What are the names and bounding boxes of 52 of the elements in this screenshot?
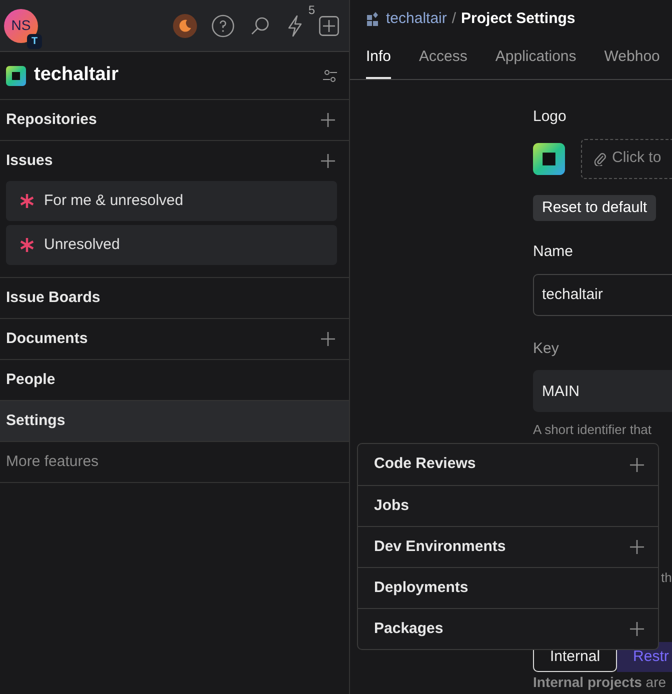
logo-preview — [533, 142, 565, 174]
breadcrumb-separator: / — [452, 8, 456, 29]
add-icon[interactable] — [321, 113, 335, 127]
theme-toggle[interactable] — [173, 14, 197, 38]
add-icon[interactable] — [630, 458, 644, 472]
breadcrumb-link[interactable]: techaltair — [386, 8, 447, 30]
add-icon[interactable] — [630, 622, 644, 636]
menu-item[interactable]: Code Reviews — [358, 444, 658, 485]
add-icon[interactable] — [319, 16, 339, 36]
upload-area[interactable]: Click to — [581, 138, 672, 178]
tab[interactable]: Access — [419, 38, 468, 79]
tab[interactable]: Applications — [495, 38, 576, 79]
moon-icon — [178, 18, 192, 32]
visibility-hint: Internal projects are — [533, 674, 666, 691]
field-label: Key — [533, 338, 559, 358]
notification-count: 5 — [308, 2, 315, 18]
project-name[interactable]: techaltair — [34, 61, 118, 90]
add-icon[interactable] — [630, 540, 644, 554]
search-icon[interactable] — [249, 14, 271, 36]
field-hint: th — [661, 568, 672, 586]
sidebar-item[interactable]: Issue Boards — [0, 278, 349, 318]
menu-item[interactable]: Dev Environments — [358, 526, 658, 567]
tab[interactable]: Webhoo — [604, 38, 660, 79]
project-logo — [6, 66, 26, 86]
sidebar-item[interactable]: Documents — [0, 319, 349, 359]
sidebar-subitem[interactable]: Unresolved — [6, 225, 337, 265]
sidebar-item[interactable]: People — [0, 360, 349, 400]
menu-item[interactable]: Jobs — [358, 485, 658, 526]
sidebar-item[interactable]: More features — [0, 442, 349, 482]
tab[interactable]: Info — [366, 38, 392, 79]
add-icon[interactable] — [321, 154, 335, 168]
sliders-icon[interactable] — [323, 68, 337, 82]
page-title: Project Settings — [461, 8, 576, 29]
sidebar-item[interactable]: Issues — [0, 141, 349, 181]
field-hint: A short identifier that — [533, 421, 652, 439]
menu-item[interactable]: Deployments — [358, 567, 658, 608]
asterisk-icon — [20, 238, 34, 252]
help-icon[interactable] — [211, 14, 235, 38]
name-field[interactable]: techaltair — [533, 274, 672, 316]
apps-icon — [367, 12, 381, 26]
asterisk-icon — [20, 194, 34, 208]
reset-button[interactable]: Reset to default — [533, 194, 656, 221]
sidebar-item[interactable]: Repositories — [0, 100, 349, 140]
field-label: Logo — [533, 107, 566, 127]
field-label: Name — [533, 242, 574, 262]
add-icon[interactable] — [321, 332, 335, 346]
paperclip-icon — [594, 152, 606, 166]
sidebar-subitem[interactable]: For me & unresolved — [6, 181, 337, 221]
sidebar-item[interactable]: Settings — [0, 401, 349, 441]
key-field[interactable]: MAIN — [533, 370, 672, 412]
menu-item[interactable]: Packages — [358, 608, 658, 649]
org-badge: T — [27, 34, 42, 48]
